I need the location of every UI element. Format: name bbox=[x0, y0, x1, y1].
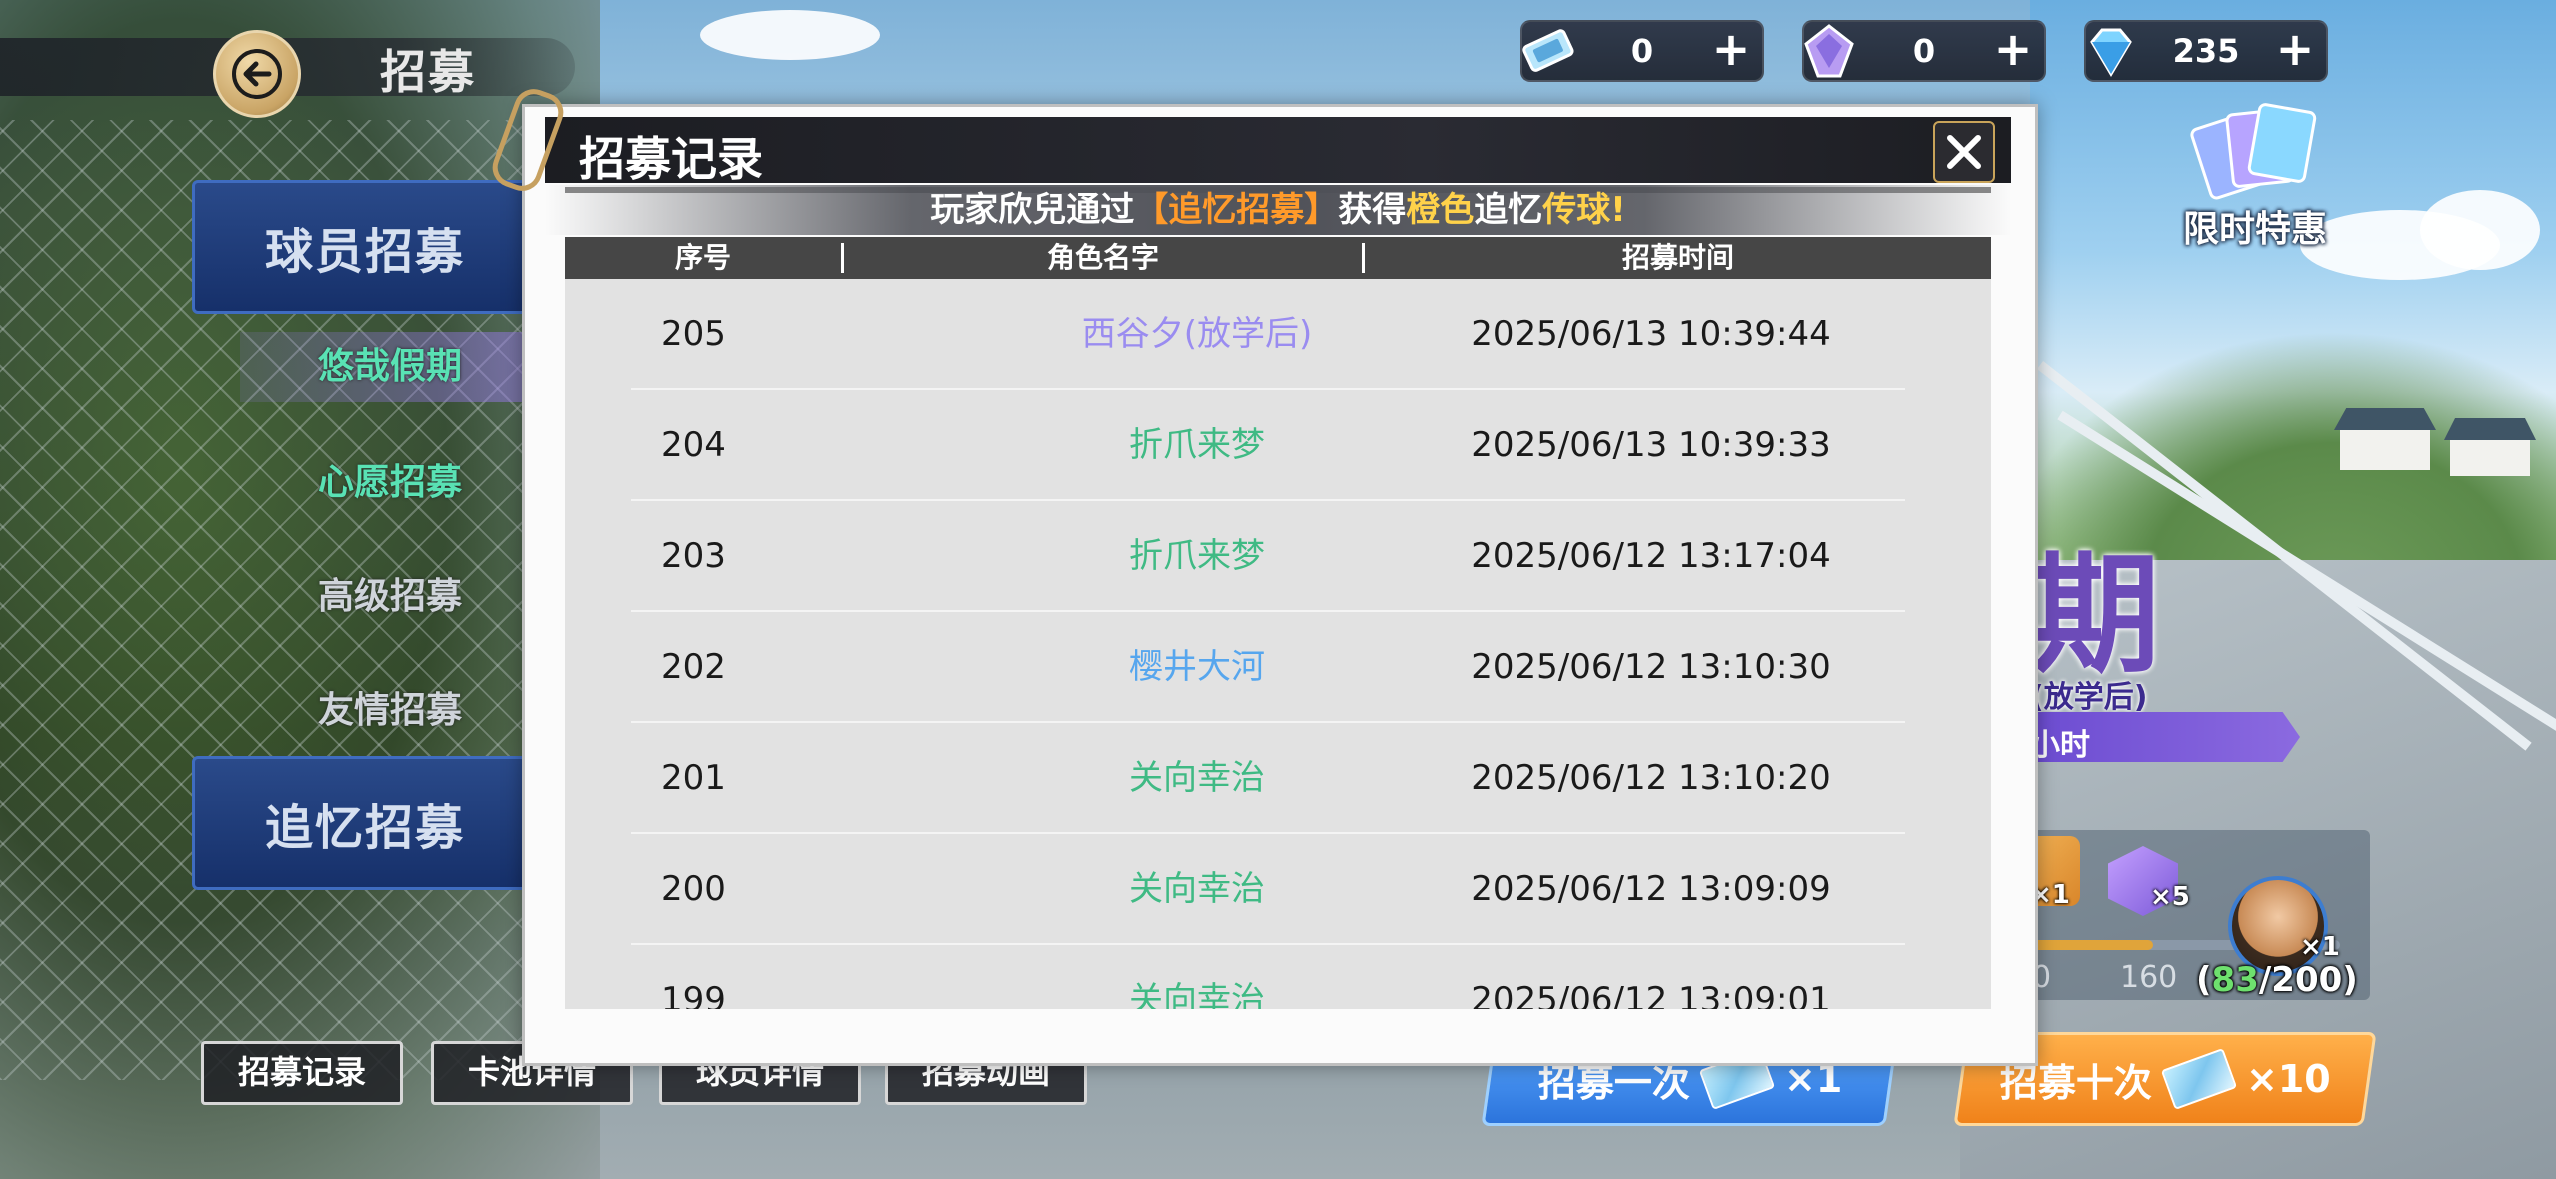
ticker-text: 【追忆招募】 bbox=[1134, 190, 1339, 230]
row-recruit-time: 2025/06/12 13:09:01 bbox=[1471, 980, 1831, 1009]
ticket-icon bbox=[2160, 1047, 2237, 1111]
add-currency-button[interactable]: + bbox=[1708, 26, 1754, 74]
table-row: 199 关向幸治 2025/06/12 13:09:01 bbox=[565, 945, 1991, 1009]
blue-diamond-icon bbox=[2090, 28, 2132, 77]
table-header: 序号 角色名字 招募时间 bbox=[565, 237, 1991, 279]
row-character-name: 关向幸治 bbox=[1129, 758, 1265, 798]
ticker-text: 玩家欣兒通过 bbox=[930, 190, 1135, 230]
back-arrow-icon bbox=[232, 49, 282, 99]
table-row: 205 西谷夕(放学后) 2025/06/13 10:39:44 bbox=[565, 279, 1991, 390]
background-cloud bbox=[700, 10, 880, 60]
progress-count: (83/200) bbox=[2196, 960, 2358, 1000]
currency-purple-crystal: 0 + bbox=[1802, 20, 2046, 82]
row-character-name: 关向幸治 bbox=[1129, 980, 1265, 1009]
sidebar-item-wish-recruit[interactable]: 心愿招募 bbox=[240, 448, 540, 518]
row-number: 200 bbox=[661, 869, 726, 909]
dialog-title: 招募记录 bbox=[579, 132, 763, 186]
blue-ticket-icon bbox=[1522, 29, 1574, 72]
table-row: 200 关向幸治 2025/06/12 13:09:09 bbox=[565, 834, 1991, 945]
table-row: 204 折爪来梦 2025/06/13 10:39:33 bbox=[565, 390, 1991, 501]
row-character-name: 关向幸治 bbox=[1129, 869, 1265, 909]
table-body: 205 西谷夕(放学后) 2025/06/13 10:39:44 204 折爪来梦 202… bbox=[565, 279, 1991, 1009]
progress-count-suffix: ) bbox=[2342, 960, 2358, 1000]
banner-character-name: (放学后) bbox=[2030, 680, 2148, 715]
recruit-ten-cost: ×10 bbox=[2245, 1057, 2331, 1101]
add-currency-button[interactable]: + bbox=[1990, 26, 2036, 74]
row-recruit-time: 2025/06/12 13:09:09 bbox=[1471, 869, 1831, 909]
progress-count-sep: / bbox=[2258, 960, 2272, 1000]
sidebar-item-leisure-holiday[interactable]: 悠哉假期 bbox=[240, 332, 540, 402]
purple-crystal-icon bbox=[1804, 24, 1854, 78]
currency-value: 0 bbox=[1912, 32, 1936, 70]
ticker-text: 追忆 bbox=[1474, 190, 1543, 230]
ticker-text: 橙色 bbox=[1406, 190, 1475, 230]
sidebar-item-friend-recruit[interactable]: 友情招募 bbox=[240, 676, 540, 746]
add-currency-button[interactable]: + bbox=[2272, 26, 2318, 74]
background-house bbox=[2340, 430, 2430, 470]
ticker-text: 获得 bbox=[1338, 190, 1407, 230]
recruit-history-dialog: 招募记录 玩家欣兒通过【追忆招募】获得橙色追忆传球! 序号 角色名字 招募时间 … bbox=[487, 83, 2038, 1066]
sidebar-item-advanced-recruit[interactable]: 高级招募 bbox=[240, 562, 540, 632]
background-cloud bbox=[2420, 190, 2540, 270]
card-pack-icon bbox=[2190, 103, 2317, 200]
column-header-number: 序号 bbox=[674, 241, 731, 274]
progress-total: 200 bbox=[2271, 960, 2343, 1000]
row-character-name: 折爪来梦 bbox=[1129, 425, 1265, 465]
dialog-header: 招募记录 bbox=[545, 117, 2011, 193]
row-recruit-time: 2025/06/12 13:17:04 bbox=[1471, 536, 1831, 576]
row-number: 203 bbox=[661, 536, 726, 576]
memory-recruit-tab[interactable]: 追忆招募 bbox=[192, 756, 538, 890]
memory-recruit-label: 追忆招募 bbox=[264, 800, 465, 856]
row-character-name: 折爪来梦 bbox=[1129, 536, 1265, 576]
row-recruit-time: 2025/06/12 13:10:30 bbox=[1471, 647, 1831, 687]
background-house bbox=[2450, 440, 2530, 476]
progress-current: 83 bbox=[2211, 960, 2259, 1000]
reward-multiplier: ×5 bbox=[2150, 882, 2190, 912]
history-table[interactable]: 序号 角色名字 招募时间 205 西谷夕(放学后) 2025/06/13 10:39… bbox=[565, 237, 1991, 1009]
row-number: 202 bbox=[661, 647, 726, 687]
page-title: 招募 bbox=[380, 45, 476, 99]
row-recruit-time: 2025/06/12 13:10:20 bbox=[1471, 758, 1831, 798]
table-row: 201 关向幸治 2025/06/12 13:10:20 bbox=[565, 723, 1991, 834]
currency-value: 235 bbox=[2172, 32, 2240, 70]
reward-multiplier: ×1 bbox=[2300, 932, 2340, 962]
column-header-character: 角色名字 bbox=[1046, 241, 1159, 274]
row-number: 205 bbox=[661, 314, 726, 354]
player-recruit-label: 球员招募 bbox=[264, 224, 465, 280]
table-row: 203 折爪来梦 2025/06/12 13:17:04 bbox=[565, 501, 1991, 612]
progress-count-prefix: ( bbox=[2196, 960, 2212, 1000]
limited-offer-button[interactable]: 限时特惠 bbox=[2170, 100, 2340, 260]
player-recruit-tab[interactable]: 球员招募 bbox=[192, 180, 538, 314]
table-row: 202 樱井大河 2025/06/12 13:10:30 bbox=[565, 612, 1991, 723]
column-header-time: 招募时间 bbox=[1621, 241, 1734, 274]
progress-tick-label: 160 bbox=[2120, 960, 2178, 995]
ticker-text: 传球! bbox=[1542, 190, 1626, 230]
reward-progress-fill bbox=[2020, 940, 2153, 950]
currency-blue-diamond: 235 + bbox=[2084, 20, 2328, 82]
close-button[interactable] bbox=[1933, 121, 1995, 183]
recruit-history-button[interactable]: 招募记录 bbox=[201, 1041, 403, 1105]
row-number: 204 bbox=[661, 425, 726, 465]
row-character-name: 西谷夕(放学后) bbox=[1081, 314, 1313, 354]
banner-time-remaining: 小时 bbox=[2030, 728, 2090, 763]
row-number: 201 bbox=[661, 758, 726, 798]
row-recruit-time: 2025/06/13 10:39:33 bbox=[1471, 425, 1831, 465]
row-character-name: 樱井大河 bbox=[1129, 647, 1265, 687]
row-number: 199 bbox=[661, 980, 726, 1009]
announcement-ticker: 玩家欣兒通过【追忆招募】获得橙色追忆传球! bbox=[545, 185, 2011, 235]
row-recruit-time: 2025/06/13 10:39:44 bbox=[1471, 314, 1831, 354]
currency-value: 0 bbox=[1630, 32, 1654, 70]
back-button[interactable] bbox=[213, 30, 301, 118]
close-icon bbox=[1947, 135, 1981, 169]
currency-blue-ticket: 0 + bbox=[1520, 20, 1764, 82]
banner-title: 期 bbox=[2030, 538, 2161, 691]
limited-offer-label: 限时特惠 bbox=[2182, 209, 2327, 250]
